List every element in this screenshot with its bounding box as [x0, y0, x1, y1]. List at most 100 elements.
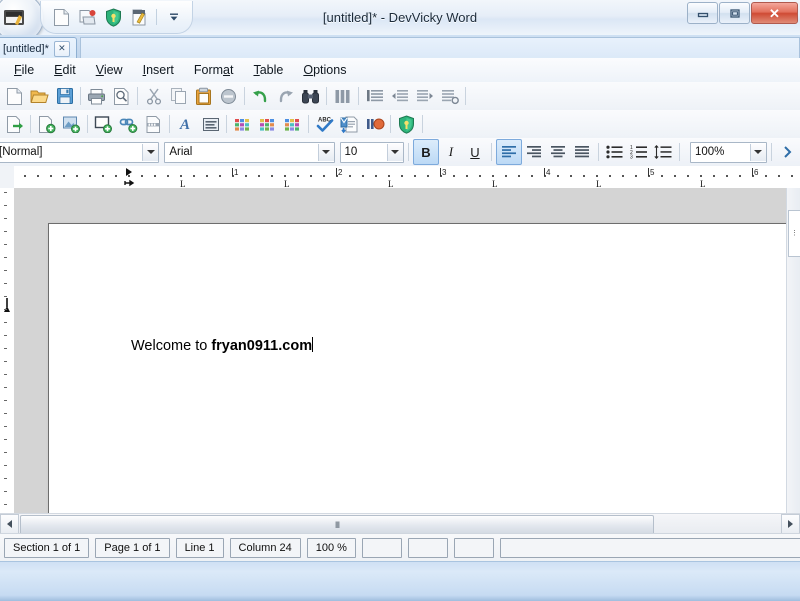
- copy-button[interactable]: [166, 84, 191, 108]
- document-canvas[interactable]: Welcome to fryan0911.com: [14, 188, 786, 513]
- size-dropdown-arrow[interactable]: [386, 143, 403, 161]
- more-format-button[interactable]: [776, 140, 800, 164]
- document-text[interactable]: Welcome to fryan0911.com: [131, 337, 314, 354]
- scroll-left-button[interactable]: [0, 514, 19, 534]
- style-dropdown-arrow[interactable]: [142, 143, 159, 161]
- document-page[interactable]: Welcome to fryan0911.com: [48, 223, 786, 513]
- vertical-ruler-mark: [4, 387, 7, 388]
- bold-button[interactable]: B: [412, 139, 439, 165]
- cut-button[interactable]: [141, 84, 166, 108]
- mail-merge-button[interactable]: [337, 112, 362, 136]
- font-family-dropdown[interactable]: Arial: [164, 141, 335, 163]
- tab-untitled[interactable]: [untitled]* ✕: [0, 37, 77, 59]
- vertical-ruler-mark: [4, 244, 7, 245]
- ruler-indent-marker[interactable]: [122, 167, 136, 188]
- paragraph-settings-button[interactable]: [437, 84, 462, 108]
- spell-check-button[interactable]: ABC: [312, 112, 337, 136]
- decrease-indent-icon: [391, 89, 408, 101]
- open-file-button[interactable]: [27, 84, 52, 108]
- vertical-ruler-mark: [4, 439, 7, 440]
- ruler-mark: [24, 175, 26, 177]
- horizontal-scrollbar[interactable]: llll: [0, 513, 800, 535]
- print-preview-button[interactable]: [109, 84, 134, 108]
- insert-toolbar: A ABC: [0, 110, 800, 139]
- protect-document-button[interactable]: [394, 112, 419, 136]
- vertical-ruler-mark: [4, 192, 7, 193]
- toolbar-separator: [422, 115, 423, 133]
- ruler-mark: [375, 175, 377, 177]
- vertical-ruler-mark: [4, 231, 7, 232]
- qat-new-document-button[interactable]: [49, 5, 73, 29]
- toolbar-separator: [137, 87, 138, 105]
- underline-button[interactable]: U: [463, 140, 487, 164]
- qat-open-recent-button[interactable]: [75, 5, 99, 29]
- menu-item-file[interactable]: File: [4, 60, 44, 80]
- zoom-dropdown-arrow[interactable]: [749, 143, 766, 161]
- insert-image-button[interactable]: [59, 112, 84, 136]
- font-size-dropdown[interactable]: 10: [339, 141, 404, 163]
- table-style-button[interactable]: [280, 112, 305, 136]
- qat-edit-document-button[interactable]: [127, 5, 151, 29]
- insert-textbox-button[interactable]: [91, 112, 116, 136]
- menu-item-edit[interactable]: Edit: [44, 60, 86, 80]
- horizontal-ruler[interactable]: 123456LLLLLLL: [0, 166, 800, 189]
- insert-link-button[interactable]: [116, 112, 141, 136]
- ruler-mark: [739, 175, 741, 177]
- paragraph-button[interactable]: [362, 84, 387, 108]
- insert-table-button[interactable]: [230, 112, 255, 136]
- increase-indent-button[interactable]: [412, 84, 437, 108]
- delete-button[interactable]: [216, 84, 241, 108]
- ruler-inch-tick: [752, 168, 753, 176]
- qat-customize-button[interactable]: [162, 5, 186, 29]
- export-document-button[interactable]: [2, 112, 27, 136]
- ruler-strip[interactable]: 123456LLLLLLL: [14, 166, 800, 188]
- maximize-button[interactable]: [719, 2, 750, 24]
- tab-close-button[interactable]: ✕: [53, 40, 70, 57]
- toolbar-separator: [80, 87, 81, 105]
- menu-item-options[interactable]: Options: [293, 60, 356, 80]
- qat-shield-button[interactable]: [101, 5, 125, 29]
- close-button[interactable]: ✕: [751, 2, 798, 24]
- scroll-right-button[interactable]: [781, 514, 800, 534]
- ruler-mark: [401, 175, 403, 177]
- insert-frame-button[interactable]: [198, 112, 223, 136]
- redo-button[interactable]: [273, 84, 298, 108]
- menu-item-table[interactable]: Table: [243, 60, 293, 80]
- align-right-button[interactable]: [522, 140, 546, 164]
- align-left-button[interactable]: [495, 139, 522, 165]
- paste-button[interactable]: [191, 84, 216, 108]
- menu-item-format[interactable]: Format: [184, 60, 244, 80]
- find-button[interactable]: [298, 84, 323, 108]
- text-art-button[interactable]: A: [173, 112, 198, 136]
- columns-button[interactable]: [330, 84, 355, 108]
- insert-page-break-button[interactable]: [141, 112, 166, 136]
- table-grid-button[interactable]: [255, 112, 280, 136]
- menu-item-view[interactable]: View: [86, 60, 133, 80]
- vertical-ruler-mark: [4, 426, 7, 427]
- insert-document-button[interactable]: [34, 112, 59, 136]
- zoom-dropdown[interactable]: 100%: [689, 141, 767, 163]
- menu-item-insert[interactable]: Insert: [133, 60, 184, 80]
- style-dropdown[interactable]: [Normal]: [0, 141, 160, 163]
- scrollbar-thumb[interactable]: llll: [20, 515, 654, 535]
- ruler-mark: [726, 175, 728, 177]
- decrease-indent-button[interactable]: [387, 84, 412, 108]
- align-justify-button[interactable]: [570, 140, 594, 164]
- bullet-list-button[interactable]: [603, 140, 627, 164]
- ruler-mark: [583, 175, 585, 177]
- align-center-button[interactable]: [546, 140, 570, 164]
- numbered-list-button[interactable]: 1 2 3: [627, 140, 651, 164]
- line-spacing-button[interactable]: [651, 140, 675, 164]
- undo-button[interactable]: [248, 84, 273, 108]
- new-file-button[interactable]: [2, 84, 27, 108]
- save-button[interactable]: [52, 84, 77, 108]
- font-dropdown-arrow[interactable]: [317, 143, 334, 161]
- vertical-ruler[interactable]: [0, 188, 15, 513]
- scrollbar-track[interactable]: llll: [19, 515, 781, 535]
- ruler-mark: [102, 175, 104, 177]
- print-button[interactable]: [84, 84, 109, 108]
- vertical-ruler-mark: [4, 296, 7, 297]
- minimize-button[interactable]: [687, 2, 718, 24]
- italic-button[interactable]: I: [439, 140, 463, 164]
- record-macro-button[interactable]: [362, 112, 387, 136]
